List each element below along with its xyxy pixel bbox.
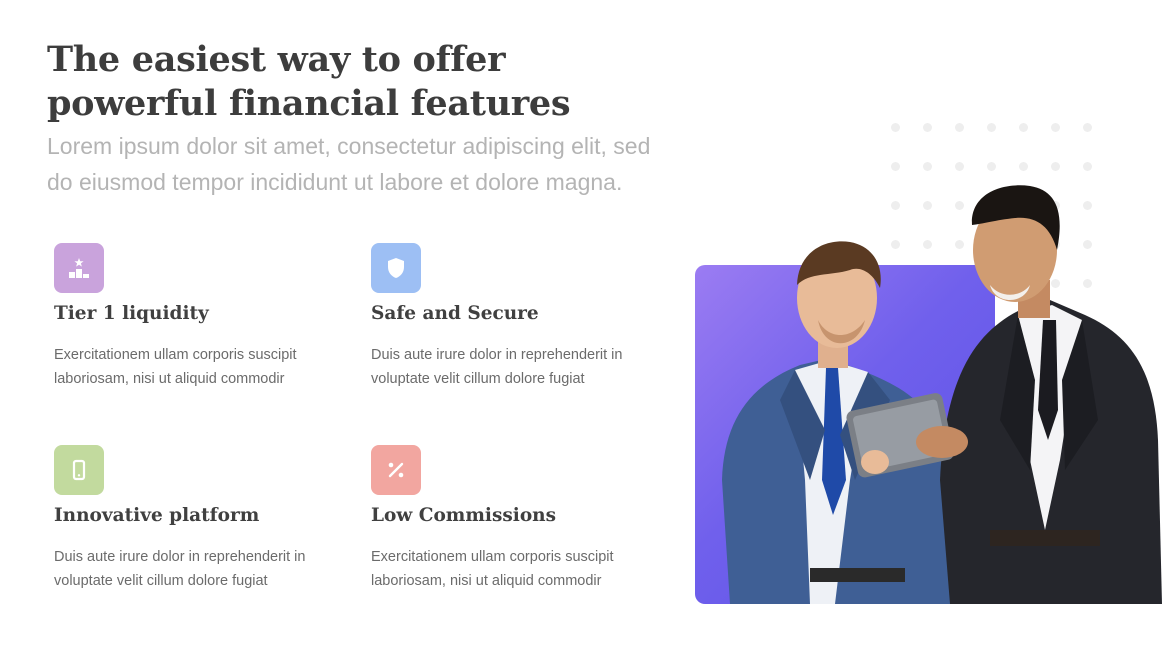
decorative-dot (987, 123, 996, 132)
decorative-dot (1051, 123, 1060, 132)
business-people-with-tablet-photo (722, 185, 1162, 604)
decorative-dot (891, 123, 900, 132)
feature-title: Low Commissions (371, 505, 557, 526)
decorative-dot (955, 162, 964, 171)
feature-title: Innovative platform (54, 505, 260, 526)
decorative-dot (1051, 162, 1060, 171)
page-subtitle: Lorem ipsum dolor sit amet, consectetur … (47, 133, 651, 195)
decorative-dot (923, 123, 932, 132)
decorative-dot (1019, 162, 1028, 171)
page-title: The easiest way to offer powerful financ… (47, 39, 571, 124)
decorative-dot (1019, 123, 1028, 132)
feature-description: Exercitationem ullam corporis suscipit l… (371, 549, 614, 589)
feature-description: Exercitationem ullam corporis suscipit l… (54, 347, 297, 387)
feature-title: Tier 1 liquidity (54, 303, 209, 324)
feature-tier-1-liquidity: Tier 1 liquidity Exercitationem ullam co… (54, 243, 354, 391)
decorative-dot (955, 123, 964, 132)
percent-icon (371, 445, 421, 495)
feature-safe-and-secure: Safe and Secure Duis aute irure dolor in… (371, 243, 671, 391)
feature-description: Duis aute irure dolor in reprehenderit i… (54, 549, 306, 589)
decorative-dot (1083, 162, 1092, 171)
shield-icon (371, 243, 421, 293)
mobile-phone-icon (54, 445, 104, 495)
feature-low-commissions: Low Commissions Exercitationem ullam cor… (371, 445, 671, 593)
podium-icon (54, 243, 104, 293)
feature-innovative-platform: Innovative platform Duis aute irure dolo… (54, 445, 354, 593)
feature-title: Safe and Secure (371, 303, 539, 324)
decorative-dot (891, 162, 900, 171)
decorative-dot (1083, 123, 1092, 132)
decorative-dot (923, 162, 932, 171)
feature-description: Duis aute irure dolor in reprehenderit i… (371, 347, 623, 387)
decorative-dot (987, 162, 996, 171)
